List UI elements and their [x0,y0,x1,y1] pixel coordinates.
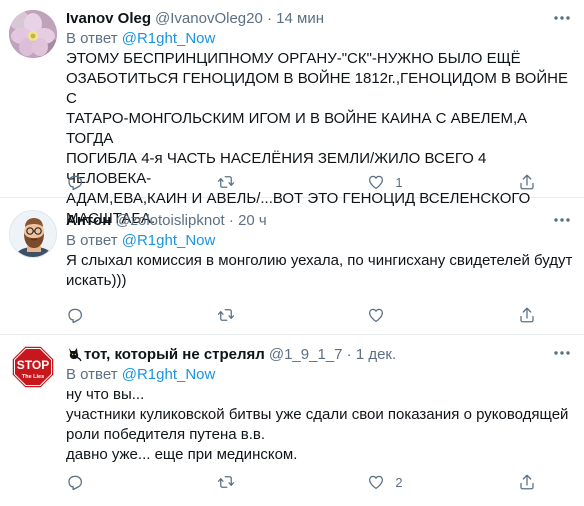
timestamp[interactable]: 14 мин [276,10,324,27]
tweet-text: ну что вы... участники куликовской битвы… [66,385,574,465]
like-button[interactable]: 1 [367,173,447,191]
share-button[interactable] [518,473,536,491]
tweet-text-line: участники куликовской битвы уже сдали св… [66,406,569,423]
tweet-text-line: ТАТАРО-МОНГОЛЬСКИМ ИГОМ И В ВОЙНЕ КАИНА … [66,110,528,147]
timestamp[interactable]: 1 дек. [356,346,396,363]
reply-context: В ответ @R1ght_Now [66,231,574,251]
avatar-stop-sign-image: STOP The Lies [9,343,57,391]
share-button[interactable] [518,306,536,324]
more-options-icon[interactable] [552,212,572,228]
like-icon [369,308,384,323]
reply-prefix: В ответ [66,30,118,47]
handle[interactable]: @zolotoislipknot [115,212,224,229]
handle[interactable]: @IvanovOleg20 [155,10,263,27]
tweet-3[interactable]: STOP The Lies тот, который не стрелял @1… [0,335,584,506]
handle[interactable]: @1_9_1_7 [269,346,343,363]
tweet-header: Ivanov Oleg @IvanovOleg20 · 14 мин [66,8,574,28]
like-button[interactable] [367,306,447,324]
like-count: 2 [395,474,403,490]
separator-dot: · [262,9,277,27]
reply-context: В ответ @R1ght_Now [66,29,574,49]
reply-to-link[interactable]: @R1ght_Now [122,366,216,383]
avatar[interactable] [9,210,57,258]
retweet-button[interactable] [217,473,297,491]
reply-button[interactable] [66,306,146,324]
retweet-button[interactable] [217,173,297,191]
like-icon [369,175,384,190]
share-icon [520,474,534,490]
tweet-text-line: давно уже... еще при мединском. [66,446,298,463]
action-bar: 1 [66,172,536,192]
timestamp[interactable]: 20 ч [238,212,267,229]
display-name[interactable]: Ivanov Oleg [66,10,151,27]
tweet-text-line: роли победителя путена в.в. [66,426,266,443]
tweet-2[interactable]: Антон @zolotoislipknot · 20 ч В ответ @R… [0,198,584,335]
tweet-text-line: искать))) [66,272,127,289]
more-options-icon[interactable] [552,345,572,361]
share-button[interactable] [518,173,536,191]
separator-dot: · [224,211,239,229]
avatar-bearded-man-image [10,211,56,257]
action-bar: 2 [66,472,536,492]
reply-prefix: В ответ [66,232,118,249]
display-name[interactable]: тот, который не стрелял [84,346,265,363]
like-icon [369,475,384,490]
avatar[interactable]: STOP The Lies [9,343,57,391]
stop-sign-text: STOP [17,358,49,372]
reply-to-link[interactable]: @R1ght_Now [122,232,216,249]
stop-sign-subtext: The Lies [22,374,44,380]
share-icon [520,174,534,190]
reply-icon [68,475,83,491]
reply-prefix: В ответ [66,366,118,383]
retweet-button[interactable] [217,306,297,324]
tweet-header: тот, который не стрелял @1_9_1_7 · 1 дек… [66,344,574,364]
display-name[interactable]: Антон [66,212,111,229]
tweet-text-line: ОЗАБОТИТЬСЯ ГЕНОЦИДОМ В ВОЙНЕ 1812г.,ГЕН… [66,70,568,107]
retweet-icon [217,309,234,321]
reply-button[interactable] [66,173,146,191]
avatar-flower-image [9,10,57,58]
avatar[interactable] [9,10,57,58]
separator-dot: · [342,345,356,363]
like-button[interactable]: 2 [367,473,447,491]
reply-context: В ответ @R1ght_Now [66,365,574,385]
retweet-icon [217,176,234,188]
tweet-header: Антон @zolotoislipknot · 20 ч [66,210,574,230]
like-count: 1 [395,174,403,190]
retweet-icon [217,476,234,488]
reply-icon [68,308,83,324]
black-cat-icon [69,348,82,362]
reply-button[interactable] [66,473,146,491]
reply-icon [68,175,83,191]
action-bar [66,305,536,325]
share-icon [520,307,534,323]
tweet-text: Я слыхал комиссия в монголию уехала, по … [66,251,574,291]
tweet-text-line: ЭТОМУ БЕСПРИНЦИПНОМУ ОРГАНУ-"СК"-НУЖНО Б… [66,50,521,67]
tweet-1[interactable]: Ivanov Oleg @IvanovOleg20 · 14 мин В отв… [0,0,584,227]
tweet-text-line: ну что вы... [66,386,145,403]
more-options-icon[interactable] [552,10,572,26]
reply-to-link[interactable]: @R1ght_Now [122,30,216,47]
tweet-text-line: Я слыхал комиссия в монголию уехала, по … [66,252,573,269]
